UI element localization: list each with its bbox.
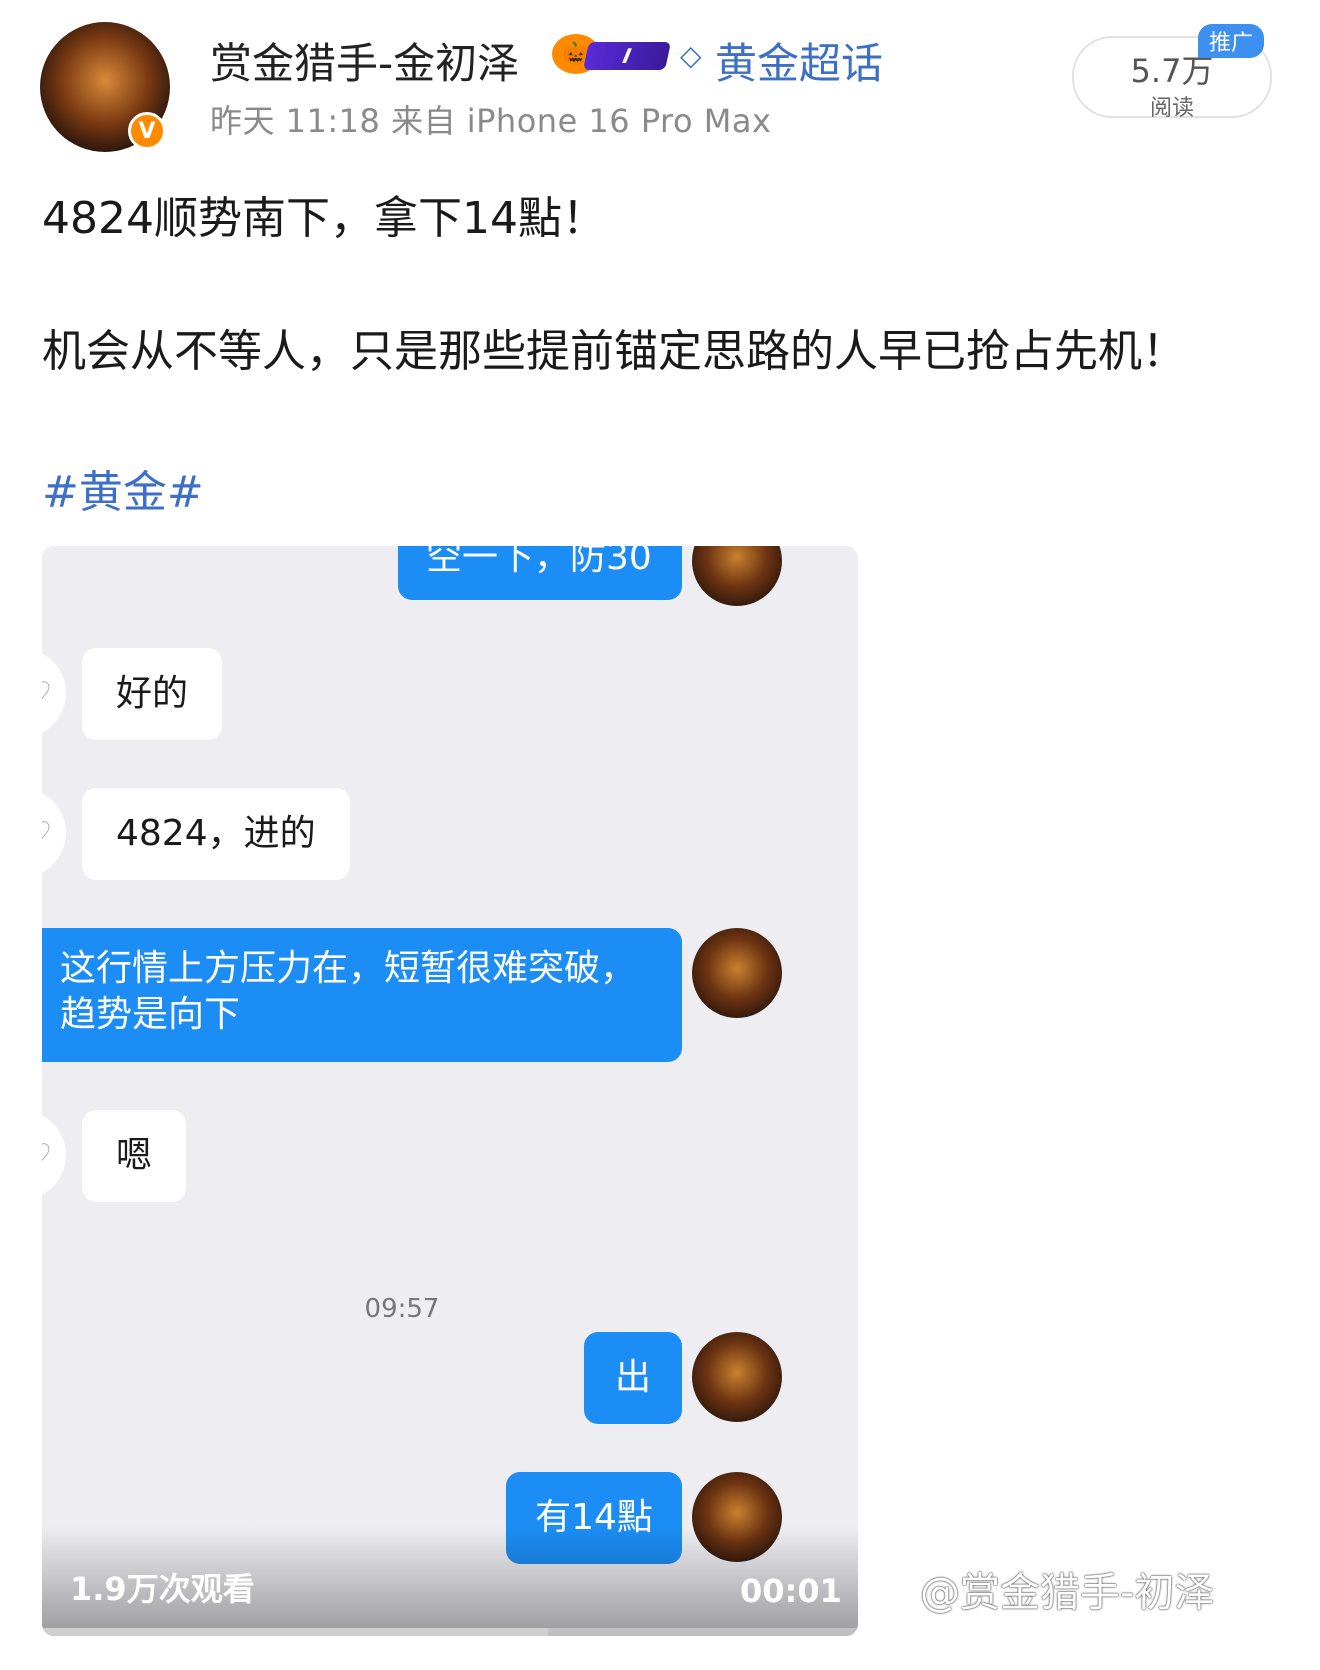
user-name[interactable]: 赏金猎手-金初泽 — [210, 30, 519, 91]
verified-icon: V — [128, 112, 166, 150]
video-player[interactable]: 空一下，防30 ♡ 好的 ♡ 4824，进的 这行情上方压力在，短暂很难突破，趋… — [42, 546, 858, 1636]
chat-avatar — [692, 1332, 782, 1422]
post-text-line1: 4824顺势南下，拿下14點！ — [42, 193, 606, 244]
topic-link[interactable]: 黄金超话 — [715, 30, 883, 91]
chat-bubble-in: 好的 — [82, 648, 223, 740]
video-duration: 00:01 — [740, 1572, 842, 1610]
video-progress-bar[interactable] — [42, 1628, 858, 1636]
chat-avatar — [692, 928, 782, 1018]
chat-bubble-out: 出 — [584, 1332, 682, 1424]
chat-avatar-left: ♡ — [42, 1110, 66, 1200]
chat-avatar-left: ♡ — [42, 648, 66, 738]
level-badge[interactable]: I — [583, 42, 671, 70]
post-meta: 昨天 11:18 来自 iPhone 16 Pro Max — [210, 102, 772, 140]
chat-bubble-in: 4824，进的 — [82, 788, 350, 880]
promo-badge: 推广 — [1198, 24, 1264, 58]
post-text-line2: 机会从不等人，只是那些提前锚定思路的人早已抢占先机！ — [42, 326, 1186, 377]
chat-bubble-in: 嗯 — [82, 1110, 187, 1202]
read-label: 阅读 — [1149, 96, 1194, 121]
video-progress-fill — [42, 1628, 548, 1636]
hashtag-link[interactable]: #黄金# — [42, 456, 204, 520]
chat-bubble-out: 这行情上方压力在，短暂很难突破，趋势是向下 — [42, 928, 682, 1062]
watermark: @赏金猎手-初泽 — [920, 1570, 1215, 1616]
chat-avatar — [692, 546, 782, 606]
chat-bubble-out: 空一下，防30 — [398, 546, 682, 600]
chat-avatar-left: ♡ — [42, 788, 66, 878]
chat-timestamp: 09:57 — [364, 1294, 440, 1324]
view-count: 1.9万次观看 — [70, 1570, 255, 1608]
diamond-icon: ◇ — [680, 39, 702, 72]
